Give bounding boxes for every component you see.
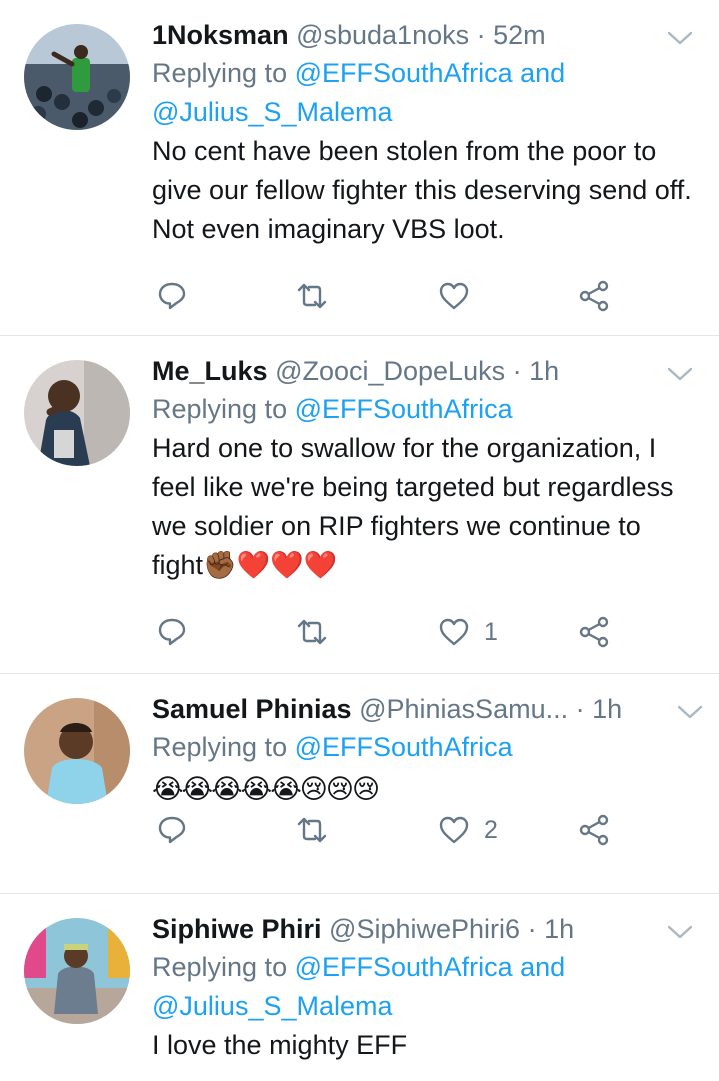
action-bar bbox=[152, 276, 622, 316]
timestamp[interactable]: 1h bbox=[544, 914, 574, 944]
mention-and: and bbox=[520, 952, 566, 982]
replying-to: Replying to @EFFSouthAfrica bbox=[152, 390, 699, 429]
action-bar: 2 bbox=[152, 810, 622, 850]
reply-icon bbox=[156, 814, 188, 846]
tweet[interactable]: Me_Luks @Zooci_DopeLuks · 1h Replying to… bbox=[0, 336, 719, 674]
timestamp[interactable]: 1h bbox=[529, 356, 559, 386]
mention-link[interactable]: @EFFSouthAfrica bbox=[295, 732, 513, 762]
timestamp[interactable]: 1h bbox=[592, 694, 622, 724]
mention-link[interactable]: @Julius_S_Malema bbox=[152, 991, 393, 1021]
mention-link[interactable]: @EFFSouthAfrica bbox=[295, 394, 513, 424]
heart-icon bbox=[438, 280, 470, 312]
replying-to-label: Replying to bbox=[152, 952, 288, 982]
share-button[interactable] bbox=[578, 612, 610, 652]
avatar[interactable] bbox=[24, 918, 130, 1024]
retweet-button[interactable] bbox=[296, 276, 328, 316]
chevron-down-icon[interactable] bbox=[677, 704, 703, 720]
reply-button[interactable] bbox=[156, 276, 188, 316]
reply-button[interactable] bbox=[156, 612, 188, 652]
replying-to-label: Replying to bbox=[152, 732, 288, 762]
tweet-text: 😭😭😭😭😭😢😢😢 bbox=[152, 774, 380, 804]
like-count: 2 bbox=[484, 815, 498, 844]
like-button[interactable] bbox=[438, 276, 484, 316]
separator-dot: · bbox=[512, 356, 522, 386]
separator-dot: · bbox=[575, 694, 585, 724]
heart-icon bbox=[438, 616, 470, 648]
tweet-header: 1Noksman @sbuda1noks · 52m bbox=[152, 16, 699, 54]
share-icon bbox=[578, 814, 610, 846]
replying-to-label: Replying to bbox=[152, 394, 288, 424]
replying-to: Replying to @EFFSouthAfrica and @Julius_… bbox=[152, 54, 699, 132]
display-name[interactable]: Siphiwe Phiri bbox=[152, 914, 322, 944]
tweet[interactable]: Samuel Phinias @PhiniasSamu... · 1h Repl… bbox=[0, 674, 719, 894]
timestamp[interactable]: 52m bbox=[493, 20, 546, 50]
display-name[interactable]: 1Noksman bbox=[152, 20, 289, 50]
tweet-text: Hard one to swallow for the organization… bbox=[152, 433, 674, 580]
reply-button[interactable] bbox=[156, 810, 188, 850]
user-handle[interactable]: @PhiniasSamu... bbox=[359, 694, 568, 724]
retweet-button[interactable] bbox=[296, 612, 328, 652]
avatar[interactable] bbox=[24, 698, 130, 804]
mention-link[interactable]: @Julius_S_Malema bbox=[152, 97, 393, 127]
retweet-icon bbox=[296, 280, 328, 312]
separator-dot: · bbox=[527, 914, 537, 944]
chevron-down-icon[interactable] bbox=[667, 924, 693, 940]
user-handle[interactable]: @Zooci_DopeLuks bbox=[275, 356, 505, 386]
retweet-button[interactable] bbox=[296, 810, 328, 850]
tweet[interactable]: Siphiwe Phiri @SiphiwePhiri6 · 1h Replyi… bbox=[0, 894, 719, 1081]
avatar[interactable] bbox=[24, 24, 130, 130]
share-icon bbox=[578, 280, 610, 312]
mention-and: and bbox=[520, 58, 566, 88]
replying-to: Replying to @EFFSouthAfrica and @Julius_… bbox=[152, 948, 699, 1026]
tweet-header: Siphiwe Phiri @SiphiwePhiri6 · 1h bbox=[152, 910, 699, 948]
tweet-header: Me_Luks @Zooci_DopeLuks · 1h bbox=[152, 352, 699, 390]
tweet-header: Samuel Phinias @PhiniasSamu... · 1h bbox=[152, 690, 699, 728]
action-bar: 1 bbox=[152, 612, 622, 652]
tweet[interactable]: 1Noksman @sbuda1noks · 52m Replying to @… bbox=[0, 0, 719, 336]
mention-link[interactable]: @EFFSouthAfrica bbox=[295, 58, 513, 88]
reply-icon bbox=[156, 280, 188, 312]
retweet-icon bbox=[296, 616, 328, 648]
chevron-down-icon[interactable] bbox=[667, 30, 693, 46]
separator-dot: · bbox=[476, 20, 486, 50]
chevron-down-icon[interactable] bbox=[667, 366, 693, 382]
replying-to-label: Replying to bbox=[152, 58, 288, 88]
display-name[interactable]: Me_Luks bbox=[152, 356, 268, 386]
retweet-icon bbox=[296, 814, 328, 846]
tweet-text: No cent have been stolen from the poor t… bbox=[152, 136, 692, 244]
share-button[interactable] bbox=[578, 276, 610, 316]
like-button[interactable]: 2 bbox=[438, 810, 498, 850]
mention-link[interactable]: @EFFSouthAfrica bbox=[295, 952, 513, 982]
tweet-text: I love the mighty EFF bbox=[152, 1030, 408, 1060]
share-button[interactable] bbox=[578, 810, 610, 850]
heart-icon bbox=[438, 814, 470, 846]
avatar[interactable] bbox=[24, 360, 130, 466]
display-name[interactable]: Samuel Phinias bbox=[152, 694, 352, 724]
share-icon bbox=[578, 616, 610, 648]
reply-icon bbox=[156, 616, 188, 648]
like-button[interactable]: 1 bbox=[438, 612, 498, 652]
like-count: 1 bbox=[484, 617, 498, 646]
user-handle[interactable]: @sbuda1noks bbox=[296, 20, 469, 50]
replying-to: Replying to @EFFSouthAfrica bbox=[152, 728, 699, 767]
user-handle[interactable]: @SiphiwePhiri6 bbox=[329, 914, 520, 944]
